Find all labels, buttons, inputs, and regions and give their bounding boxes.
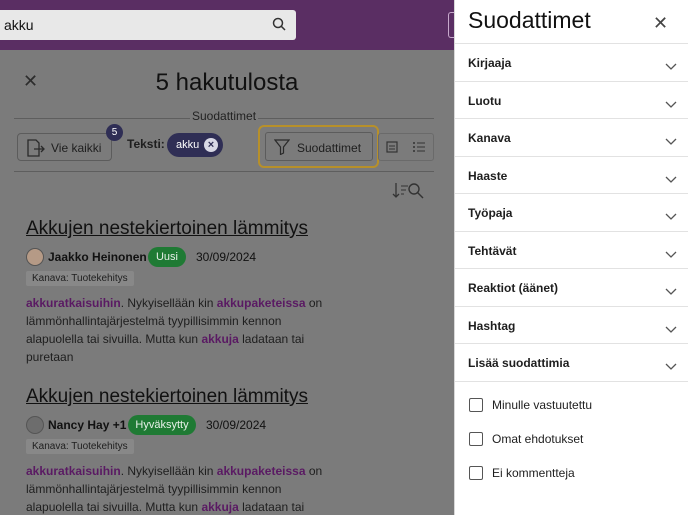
chevron-down-icon bbox=[665, 321, 677, 339]
filters-heading: Suodattimet bbox=[190, 109, 259, 123]
card-view-icon[interactable] bbox=[385, 140, 399, 159]
search-input[interactable]: akku bbox=[0, 10, 296, 40]
filters-panel: Suodattimet ✕ Kirjaaja Luotu Kanava Haas… bbox=[454, 0, 688, 515]
view-toggle bbox=[378, 133, 434, 161]
filter-checkboxes: Minulle vastuutettu Omat ehdotukset Ei k… bbox=[455, 381, 688, 480]
chip-label: akku bbox=[176, 139, 200, 151]
highlight: akkuja bbox=[201, 332, 239, 346]
export-all-button[interactable]: Vie kaikki bbox=[17, 133, 112, 161]
filters-button-label: Suodattimet bbox=[297, 141, 362, 155]
results-title: 5 hakutulosta bbox=[155, 69, 299, 96]
filters-button-highlight: Suodattimet bbox=[258, 125, 379, 168]
export-label: Vie kaikki bbox=[51, 141, 102, 155]
section-label: Hashtag bbox=[468, 318, 516, 333]
result-card: Akkujen nestekiertoinen lämmitys Jaakko … bbox=[26, 218, 326, 366]
author-name: Jaakko Heinonen bbox=[48, 250, 147, 264]
panel-title: Suodattimet bbox=[468, 7, 591, 33]
channel-label: Kanava: Tuotekehitys bbox=[26, 439, 134, 454]
checkbox[interactable] bbox=[469, 432, 483, 446]
filter-section-kirjaaja[interactable]: Kirjaaja bbox=[455, 43, 688, 81]
avatar bbox=[26, 416, 44, 434]
section-label: Tehtävät bbox=[468, 243, 517, 258]
section-label: Luotu bbox=[468, 93, 502, 108]
list-view-icon[interactable] bbox=[412, 140, 426, 159]
result-excerpt: akkuratkaisuihin. Nykyisellään kin akkup… bbox=[26, 294, 326, 366]
chevron-down-icon bbox=[665, 208, 677, 226]
result-date: 30/09/2024 bbox=[206, 418, 267, 432]
chevron-down-icon bbox=[665, 96, 677, 114]
export-count-badge: 5 bbox=[106, 124, 123, 141]
highlight: akkuratkaisuihin bbox=[26, 464, 121, 478]
filter-section-haaste[interactable]: Haaste bbox=[455, 155, 688, 194]
filter-section-kanava[interactable]: Kanava bbox=[455, 118, 688, 156]
search-icon[interactable] bbox=[272, 17, 286, 36]
chevron-down-icon bbox=[665, 133, 677, 151]
highlight: akkuratkaisuihin bbox=[26, 296, 121, 310]
section-label: Kanava bbox=[468, 131, 511, 145]
filter-section-tehtavat[interactable]: Tehtävät bbox=[455, 230, 688, 269]
result-title[interactable]: Akkujen nestekiertoinen lämmitys bbox=[26, 386, 326, 408]
filter-section-tyopaja[interactable]: Työpaja bbox=[455, 193, 688, 231]
section-label: Reaktiot (äänet) bbox=[468, 281, 559, 295]
excerpt-text: . Nykyisellään kin bbox=[120, 464, 217, 478]
divider bbox=[14, 171, 434, 172]
result-card: Akkujen nestekiertoinen lämmitys Nancy H… bbox=[26, 386, 326, 515]
section-label: Työpaja bbox=[468, 206, 513, 220]
filter-section-hashtag[interactable]: Hashtag bbox=[455, 305, 688, 344]
result-title[interactable]: Akkujen nestekiertoinen lämmitys bbox=[26, 218, 326, 240]
excerpt-text: ladataan tai bbox=[238, 500, 305, 514]
checkbox[interactable] bbox=[469, 398, 483, 412]
filter-section-more-filters[interactable]: Lisää suodattimia bbox=[455, 343, 688, 381]
chevron-down-icon bbox=[665, 283, 677, 301]
section-label: Kirjaaja bbox=[468, 56, 512, 70]
export-icon bbox=[26, 139, 46, 162]
highlight: akkuja bbox=[201, 500, 239, 514]
close-icon[interactable]: ✕ bbox=[653, 13, 668, 34]
filters-button[interactable]: Suodattimet bbox=[265, 132, 373, 161]
channel-label: Kanava: Tuotekehitys bbox=[26, 271, 134, 286]
filter-sections: Kirjaaja Luotu Kanava Haaste Työpaja Teh… bbox=[455, 43, 688, 381]
excerpt-text: . Nykyisellään kin bbox=[120, 296, 217, 310]
text-filter-chip: akku × bbox=[167, 133, 223, 157]
highlight: akkupaketeissa bbox=[216, 464, 306, 478]
section-label: Lisää suodattimia bbox=[468, 356, 570, 370]
chevron-down-icon bbox=[665, 171, 677, 189]
checkbox-label: Omat ehdotukset bbox=[492, 432, 584, 446]
status-badge: Hyväksytty bbox=[128, 415, 196, 435]
result-date: 30/09/2024 bbox=[196, 250, 257, 264]
checkbox-label: Minulle vastuutettu bbox=[492, 398, 593, 412]
sort-search-icon[interactable] bbox=[392, 180, 426, 205]
section-label: Haaste bbox=[468, 168, 508, 183]
search-value: akku bbox=[4, 17, 34, 33]
text-filter-label: Teksti: bbox=[127, 137, 165, 151]
chevron-down-icon bbox=[665, 246, 677, 264]
checkbox-label: Ei kommentteja bbox=[492, 466, 575, 480]
checkbox[interactable] bbox=[469, 466, 483, 480]
author-name: Nancy Hay +1 bbox=[48, 418, 127, 432]
filter-section-luotu[interactable]: Luotu bbox=[455, 80, 688, 119]
highlight: akkupaketeissa bbox=[216, 296, 306, 310]
status-badge: Uusi bbox=[148, 247, 186, 267]
filter-section-reaktiot[interactable]: Reaktiot (äänet) bbox=[455, 268, 688, 306]
result-excerpt: akkuratkaisuihin. Nykyisellään kin akkup… bbox=[26, 462, 326, 515]
filter-icon bbox=[273, 139, 291, 160]
chevron-down-icon bbox=[665, 358, 677, 376]
search-results: ✕ 5 hakutulosta Suodattimet Vie kaikki 5… bbox=[0, 50, 454, 515]
chevron-down-icon bbox=[665, 58, 677, 76]
remove-chip-icon[interactable]: × bbox=[204, 138, 218, 152]
avatar bbox=[26, 248, 44, 266]
